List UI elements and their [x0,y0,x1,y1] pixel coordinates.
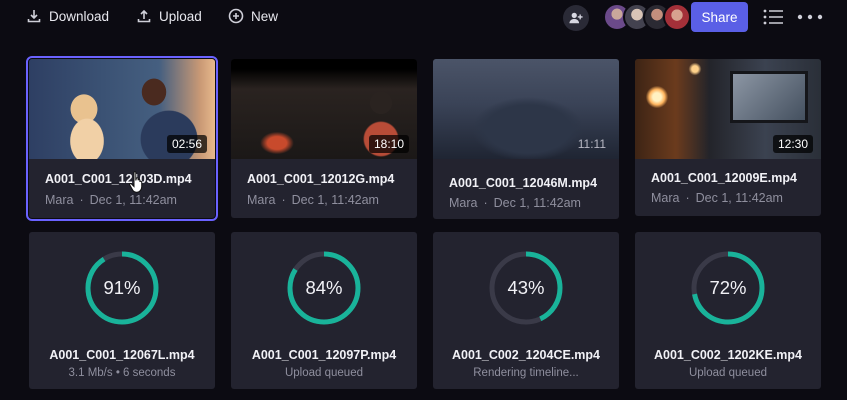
add-user-button[interactable] [563,5,589,31]
duration-badge: 18:10 [368,135,409,153]
clip-date: Dec 1, 11:42am [493,196,581,210]
clip-card[interactable]: 18:10 A001_C001_12012G.mp4 Mara · Dec 1, 1… [231,59,417,218]
more-icon[interactable] [797,8,823,26]
new-button[interactable]: New [228,6,278,26]
clip-date: Dec 1, 11:42am [89,193,177,207]
upload-card[interactable]: 43% A001_C002_1204CE.mp4 Rendering timel… [433,232,619,389]
clip-owner: Mara [247,193,276,207]
share-button[interactable]: Share [691,2,748,32]
clip-name: A001_C001_12009E.mp4 [651,171,797,185]
upload-card[interactable]: 84% A001_C001_12097P.mp4 Upload queued [231,232,417,389]
clip-date: Dec 1, 11:42am [695,191,783,205]
progress-percent: 43% [507,277,545,298]
download-icon [27,10,41,23]
upload-file-name: A001_C002_1202KE.mp4 [653,348,803,362]
progress-percent: 72% [709,277,747,298]
clip-card[interactable]: 02:56 A001_C001_12103D.mp4 Mara · Dec 1, 1… [26,56,218,221]
clip-name: A001_C001_12012G.mp4 [247,172,395,186]
top-toolbar: Download Upload New Share [0,0,847,34]
progress-percent: 91% [103,277,141,298]
upload-status: Rendering timeline... [473,367,579,379]
clip-meta: Mara · Dec 1, 11:42am [45,193,177,207]
clip-thumbnail[interactable]: 11:11 [433,59,619,159]
new-label: New [251,8,279,24]
clip-meta: Mara · Dec 1, 11:42am [651,191,783,205]
hand-cursor-icon [129,171,143,193]
clip-card[interactable]: 11:11 A001_C001_12046M.mp4 Mara · Dec 1, 1… [433,59,619,219]
clip-owner: Mara [45,193,74,207]
list-view-icon[interactable] [763,8,783,26]
upload-status: Upload queued [284,367,363,379]
upload-status: Upload queued [688,367,767,379]
upload-status: 3.1 Mb/s • 6 seconds [68,367,176,379]
clip-thumbnail[interactable]: 18:10 [231,59,417,159]
upload-button[interactable]: Upload [136,6,202,26]
upload-card[interactable]: 91% A001_C001_12067L.mp4 3.1 Mb/s • 6 se… [29,232,215,389]
progress-percent: 84% [305,277,343,298]
add-user-icon [569,12,583,24]
upload-card[interactable]: 72% A001_C002_1202KE.mp4 Upload queued [635,232,821,389]
avatar[interactable] [663,3,691,31]
download-button[interactable]: Download [26,6,109,26]
clip-owner: Mara [449,196,478,210]
upload-file-name: A001_C002_1204CE.mp4 [451,348,601,362]
clip-card[interactable]: 12:30 A001_C001_12009E.mp4 Mara · Dec 1, 1… [635,59,821,216]
clip-date: Dec 1, 11:42am [291,193,379,207]
clip-thumbnail[interactable]: 12:30 [635,59,821,159]
collaborator-avatars[interactable] [603,3,691,31]
download-label: Download [49,8,110,24]
upload-file-name: A001_C001_12067L.mp4 [49,348,195,362]
upload-label: Upload [159,8,202,24]
clip-meta: Mara · Dec 1, 11:42am [247,193,379,207]
duration-badge: 12:30 [772,135,813,153]
upload-icon [137,9,151,23]
clip-thumbnail[interactable]: 02:56 [29,59,215,159]
plus-circle-icon [228,8,244,24]
upload-file-name: A001_C001_12097P.mp4 [251,348,397,362]
monitor-in-scene [730,71,808,123]
clip-name: A001_C001_12046M.mp4 [449,176,598,190]
clip-name: A001_C001_12103D.mp4 [45,172,192,186]
clip-meta: Mara · Dec 1, 11:42am [449,196,581,210]
duration-badge: 11:11 [577,137,606,151]
duration-badge: 02:56 [166,135,207,153]
clip-owner: Mara [651,191,680,205]
